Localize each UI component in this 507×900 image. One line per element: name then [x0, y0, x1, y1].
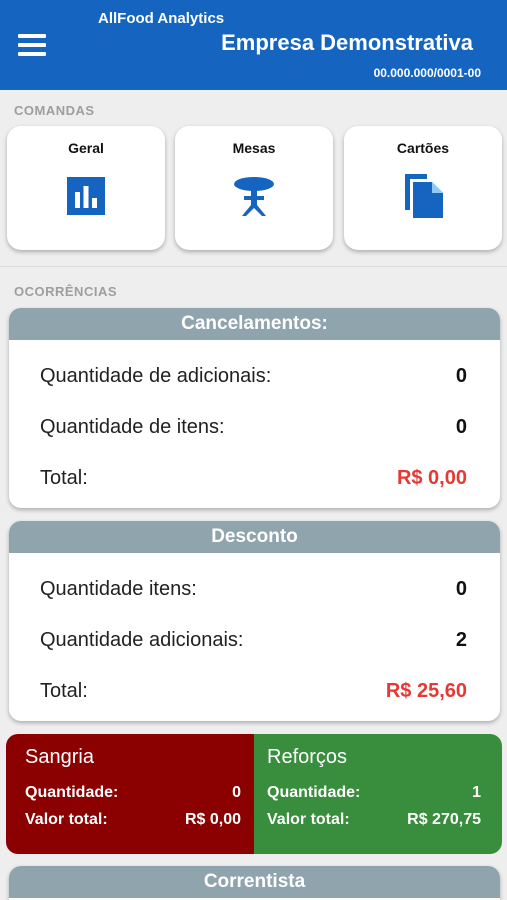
- row-value: R$ 270,75: [407, 811, 481, 828]
- comanda-geral-card[interactable]: Geral: [7, 126, 165, 250]
- app-brand: AllFood Analytics: [98, 10, 225, 27]
- row-value: 0: [455, 577, 467, 600]
- sangria-quantidade-row: Quantidade: 0: [25, 784, 241, 802]
- sangria-title: Sangria: [25, 746, 94, 768]
- company-cnpj: 00.000.000/0001-00: [373, 66, 481, 80]
- reforcos-panel: Reforços Quantidade: 1 Valor total: R$ 2…: [254, 734, 502, 854]
- cancel-adicionais-row: Quantidade de adicionais: 0: [40, 361, 467, 391]
- cancel-total-row: Total: R$ 0,00: [40, 463, 467, 493]
- desconto-total-row: Total: R$ 25,60: [40, 676, 467, 706]
- row-value: 0: [455, 364, 467, 387]
- comanda-mesas-card[interactable]: Mesas: [175, 126, 333, 250]
- sangria-panel: Sangria Quantidade: 0 Valor total: R$ 0,…: [6, 734, 254, 854]
- correntista-title: Correntista: [9, 866, 500, 898]
- reforcos-title: Reforços: [267, 746, 348, 768]
- correntista-card: Correntista: [9, 866, 500, 900]
- comanda-mesas-label: Mesas: [232, 140, 276, 156]
- bar-chart-icon: [67, 177, 105, 215]
- sangria-valor-row: Valor total: R$ 0,00: [25, 811, 241, 829]
- desconto-title: Desconto: [9, 521, 500, 553]
- cancel-itens-row: Quantidade de itens: 0: [40, 412, 467, 442]
- section-divider: [0, 266, 507, 267]
- desconto-adicionais-row: Quantidade adicionais: 2: [40, 625, 467, 655]
- cancelamentos-title: Cancelamentos:: [9, 308, 500, 340]
- row-value: 1: [472, 784, 481, 801]
- comanda-cartoes-card[interactable]: Cartões: [344, 126, 502, 250]
- row-value: 2: [455, 628, 467, 651]
- cancelamentos-card: Cancelamentos: Quantidade de adicionais:…: [9, 308, 500, 508]
- reforcos-valor-row: Valor total: R$ 270,75: [267, 811, 481, 829]
- row-label: Quantidade de itens:: [40, 415, 225, 438]
- row-value: 0: [455, 415, 467, 438]
- section-label-comandas: COMANDAS: [14, 103, 95, 118]
- row-label: Total:: [40, 679, 88, 702]
- comanda-cartoes-label: Cartões: [396, 140, 450, 156]
- row-label: Quantidade itens:: [40, 577, 197, 600]
- menu-icon[interactable]: [18, 34, 56, 62]
- row-label: Quantidade:: [25, 784, 119, 801]
- company-name: Empresa Demonstrativa: [221, 30, 473, 55]
- app-bar: AllFood Analytics Empresa Demonstrativa …: [0, 0, 507, 90]
- row-value: R$ 0,00: [184, 811, 241, 828]
- section-label-ocorrencias: OCORRÊNCIAS: [14, 284, 118, 299]
- copy-icon: [405, 174, 443, 218]
- row-label: Quantidade:: [267, 784, 361, 801]
- comanda-geral-label: Geral: [68, 140, 104, 156]
- row-label: Quantidade adicionais:: [40, 628, 244, 651]
- row-label: Quantidade de adicionais:: [40, 364, 272, 387]
- row-label: Valor total:: [267, 811, 350, 828]
- row-value: R$ 25,60: [385, 679, 467, 702]
- reforcos-quantidade-row: Quantidade: 1: [267, 784, 481, 802]
- row-value: 0: [232, 784, 241, 801]
- row-label: Total:: [40, 466, 88, 489]
- desconto-card: Desconto Quantidade itens: 0 Quantidade …: [9, 521, 500, 721]
- row-label: Valor total:: [25, 811, 108, 828]
- table-icon: [234, 177, 274, 216]
- desconto-itens-row: Quantidade itens: 0: [40, 574, 467, 604]
- row-value: R$ 0,00: [396, 466, 467, 489]
